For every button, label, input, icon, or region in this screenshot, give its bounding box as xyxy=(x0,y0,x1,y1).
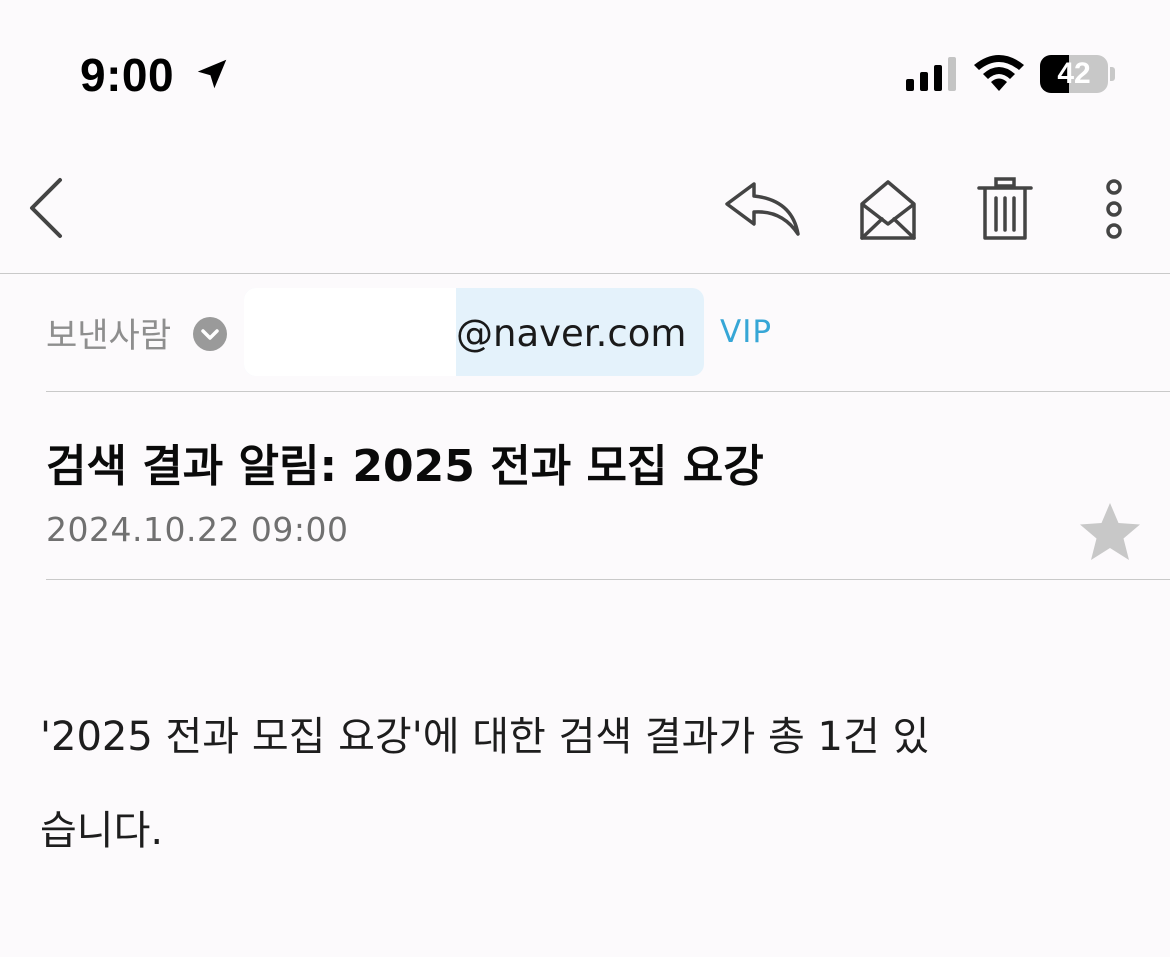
battery-indicator: 42 xyxy=(1040,55,1110,93)
sender-row: 보낸사람 @naver.com VIP xyxy=(46,274,1170,392)
delete-button[interactable] xyxy=(976,176,1034,242)
trash-icon xyxy=(977,177,1033,240)
open-envelope-icon xyxy=(860,180,916,240)
wifi-icon xyxy=(974,55,1024,91)
status-time: 9:00 xyxy=(80,49,175,101)
mail-subject: 검색 결과 알림: 2025 전과 모집 요강 xyxy=(46,441,764,492)
location-arrow-icon xyxy=(197,59,227,89)
mail-header: 검색 결과 알림: 2025 전과 모집 요강 2024.10.22 09:00 xyxy=(46,392,1170,580)
mail-toolbar xyxy=(0,150,1170,274)
battery-icon: 42 xyxy=(1040,55,1108,93)
mail-date: 2024.10.22 09:00 xyxy=(46,510,349,549)
battery-cap xyxy=(1110,67,1115,81)
back-button[interactable] xyxy=(18,172,78,244)
chevron-left-icon xyxy=(30,178,62,238)
star-icon[interactable] xyxy=(1078,500,1142,564)
mark-read-button[interactable] xyxy=(856,178,920,242)
reply-icon xyxy=(725,182,800,236)
mail-body-line: 습니다. xyxy=(40,808,164,854)
chevron-down-icon[interactable] xyxy=(193,317,227,351)
mail-body: '2025 전과 모집 요강'에 대한 검색 결과가 총 1건 있 습니다. xyxy=(40,690,1130,878)
cellular-signal-icon xyxy=(906,57,956,91)
vip-badge[interactable]: VIP xyxy=(720,314,772,350)
sender-label: 보낸사람 xyxy=(46,316,172,356)
status-bar: 9:00 42 xyxy=(0,0,1170,150)
more-options-button[interactable] xyxy=(1094,176,1134,242)
mail-detail-screen: 9:00 42 보낸사람 @naver.com VIP 검색 결과 알림: 20… xyxy=(0,0,1170,957)
sender-name-redaction xyxy=(244,288,456,376)
battery-level: 42 xyxy=(1057,57,1091,90)
reply-button[interactable] xyxy=(722,178,804,242)
more-vertical-icon xyxy=(1106,179,1122,239)
sender-email: @naver.com xyxy=(456,312,687,355)
sender-address-chip[interactable]: @naver.com xyxy=(244,288,704,376)
mail-body-line: '2025 전과 모집 요강'에 대한 검색 결과가 총 1건 있 xyxy=(40,714,930,760)
